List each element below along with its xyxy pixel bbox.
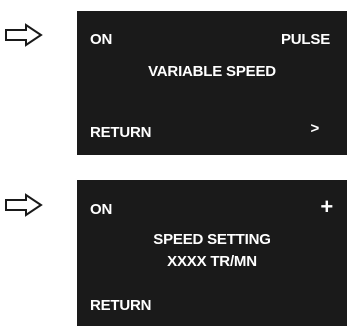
on-label[interactable]: ON bbox=[90, 201, 112, 219]
plus-symbol[interactable]: + bbox=[320, 195, 333, 219]
next-arrow-symbol[interactable]: > bbox=[310, 120, 319, 138]
screen-title: SPEED SETTING bbox=[153, 231, 271, 248]
screen-title: VARIABLE SPEED bbox=[148, 63, 276, 80]
hollow-right-arrow-icon bbox=[4, 23, 44, 47]
on-label[interactable]: ON bbox=[90, 31, 112, 49]
pulse-label[interactable]: PULSE bbox=[281, 31, 330, 49]
speed-value: XXXX TR/MN bbox=[167, 253, 257, 270]
display-screen-variable-speed: ON PULSE VARIABLE SPEED RETURN > bbox=[77, 11, 347, 155]
hollow-right-arrow-icon bbox=[4, 193, 44, 217]
display-screen-speed-setting: ON + SPEED SETTING XXXX TR/MN RETURN bbox=[77, 180, 347, 326]
return-label[interactable]: RETURN bbox=[90, 297, 152, 315]
return-label[interactable]: RETURN bbox=[90, 124, 152, 142]
